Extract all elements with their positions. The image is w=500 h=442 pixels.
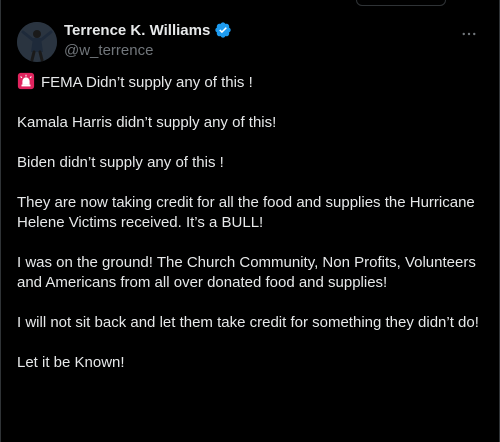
tweet-paragraph-text: FEMA Didn’t supply any of this ! bbox=[41, 74, 253, 91]
display-name-row: Terrence K. Williams bbox=[64, 20, 232, 40]
tweet-paragraph-3: Biden didn’t supply any of this ! bbox=[17, 154, 224, 171]
tweet-card: Terrence K. Williams @w_terrence FEMA Di… bbox=[0, 0, 500, 442]
tweet-header: Terrence K. Williams @w_terrence bbox=[17, 18, 485, 62]
tweet-paragraph-5: I was on the ground! The Church Communit… bbox=[17, 254, 476, 291]
tweet-paragraph-4: They are now taking credit for all the f… bbox=[17, 194, 475, 231]
verified-badge-icon[interactable] bbox=[214, 21, 232, 39]
tweet-text: FEMA Didn’t supply any of this ! Kamala … bbox=[17, 72, 485, 393]
avatar-image bbox=[17, 22, 57, 62]
more-options-glyph bbox=[462, 32, 476, 36]
more-options-icon[interactable] bbox=[459, 24, 479, 44]
tweet-paragraph-2: Kamala Harris didn’t supply any of this! bbox=[17, 114, 277, 131]
author-handle[interactable]: @w_terrence bbox=[64, 42, 232, 59]
avatar[interactable] bbox=[17, 22, 57, 62]
tweet-paragraph-1: FEMA Didn’t supply any of this ! bbox=[17, 72, 485, 93]
tweet-paragraph-6: I will not sit back and let them take cr… bbox=[17, 314, 479, 331]
siren-emoji-icon bbox=[17, 72, 35, 90]
author-info: Terrence K. Williams @w_terrence bbox=[64, 20, 232, 59]
top-pill-button[interactable] bbox=[356, 0, 446, 6]
tweet-paragraph-7: Let it be Known! bbox=[17, 354, 125, 371]
display-name[interactable]: Terrence K. Williams bbox=[64, 22, 210, 39]
